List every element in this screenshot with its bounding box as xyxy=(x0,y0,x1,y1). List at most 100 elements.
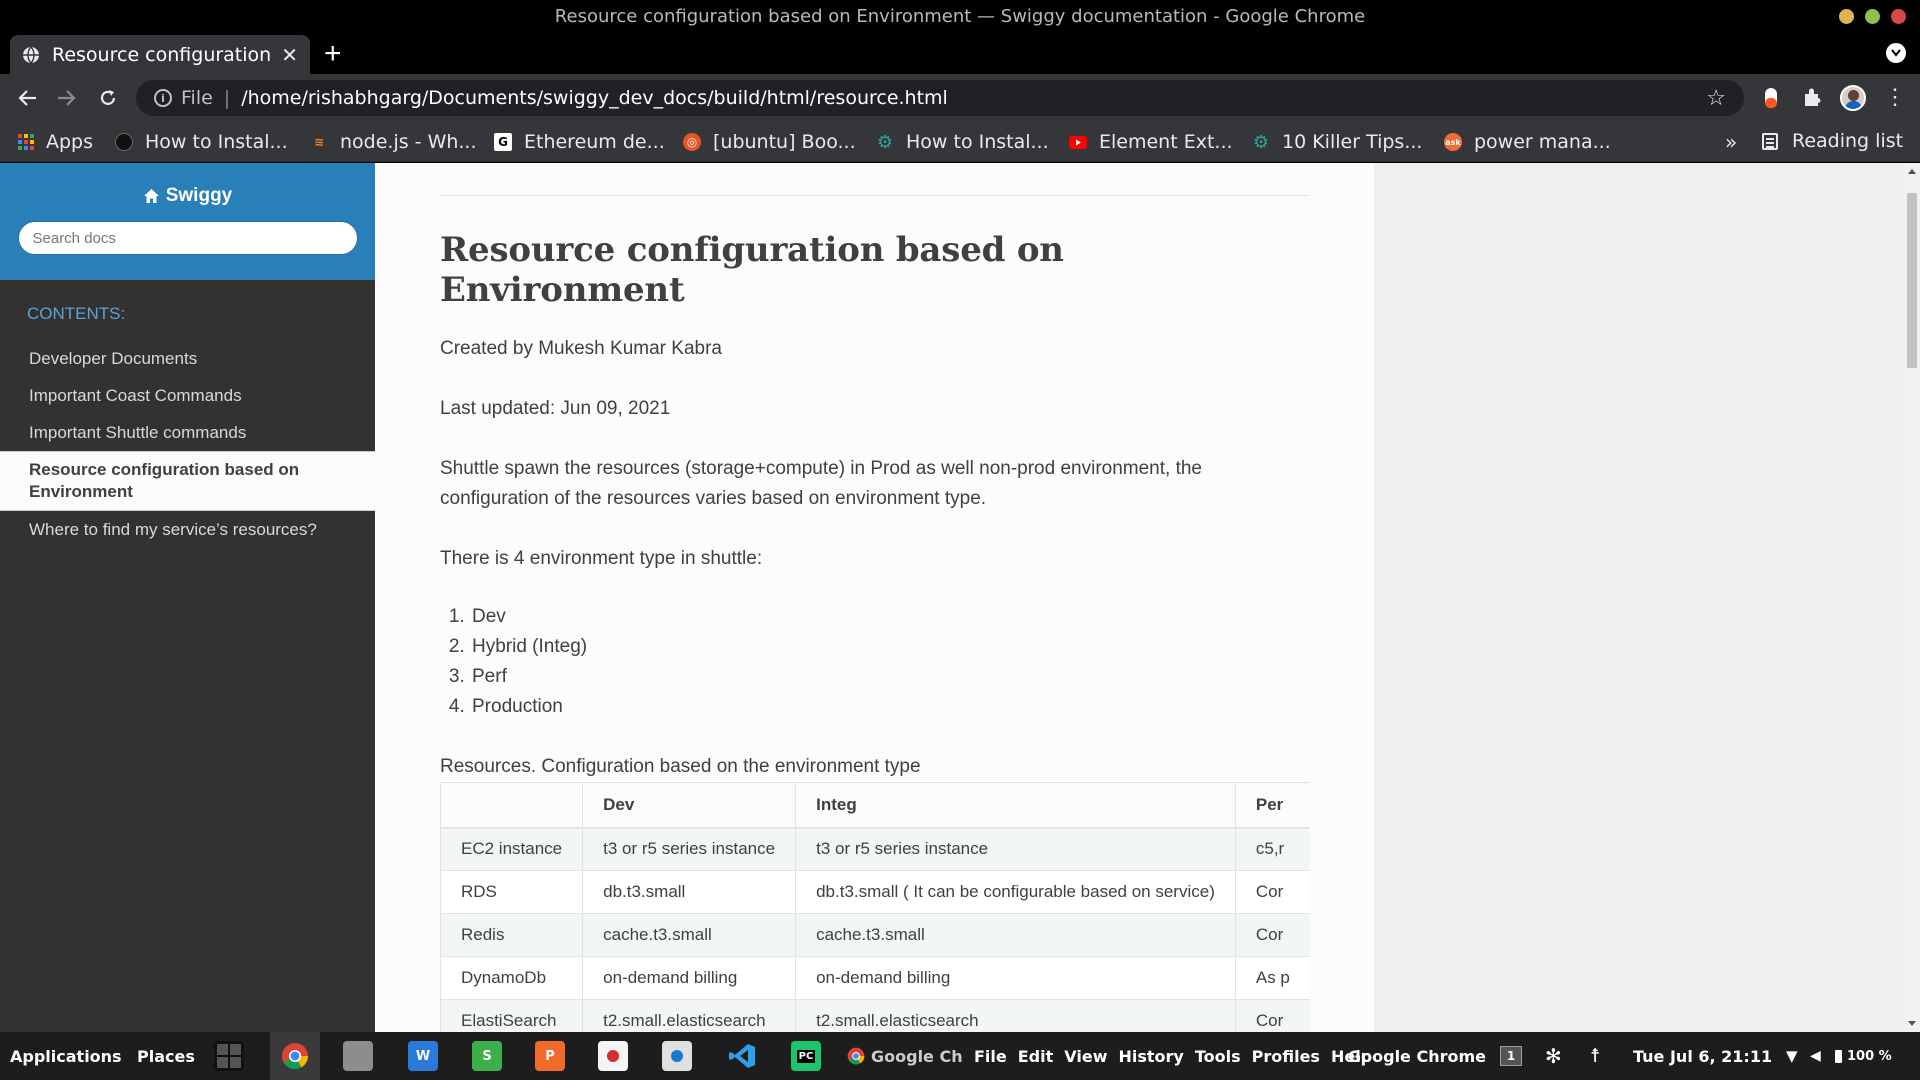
presentation-icon[interactable]: P xyxy=(535,1041,565,1071)
search-docs-input[interactable] xyxy=(17,221,358,255)
back-button[interactable] xyxy=(14,84,42,112)
bookmark-7[interactable]: ⚙ 10 Killer Tips... xyxy=(1252,130,1423,154)
reload-button[interactable] xyxy=(94,84,122,112)
profile-avatar[interactable] xyxy=(1840,85,1866,111)
resource-config-table: Dev Integ Per EC2 instance t3 or r5 seri… xyxy=(440,782,1310,1032)
scroll-up-arrow-icon[interactable] xyxy=(1908,169,1916,174)
bookmark-label: node.js - Wh... xyxy=(340,131,477,153)
workspace-indicator[interactable]: 1 xyxy=(1500,1046,1522,1066)
menu-history[interactable]: History xyxy=(1118,1047,1183,1066)
chrome-icon[interactable] xyxy=(280,1041,310,1071)
bookmark-3[interactable]: G Ethereum de... xyxy=(494,130,665,154)
table-cell: cache.t3.small xyxy=(582,913,797,957)
window-titlebar: Resource configuration based on Environm… xyxy=(0,0,1920,33)
chrome-window-button[interactable]: Google Ch xyxy=(847,1032,963,1080)
bookmark-2[interactable]: ≋ node.js - Wh... xyxy=(310,130,477,154)
table-cell: t2.small.elasticsearch xyxy=(795,999,1236,1032)
reading-list-button[interactable]: Reading list xyxy=(1762,130,1903,152)
brand-home-link[interactable]: Swiggy xyxy=(143,185,232,207)
table-cell: RDS xyxy=(440,870,584,914)
tab-search-button[interactable] xyxy=(1886,43,1906,63)
bookmark-1[interactable]: How to Instal... xyxy=(115,130,288,154)
bookmark-label: How to Instal... xyxy=(145,131,288,153)
workspace-switcher-icon[interactable] xyxy=(214,1041,244,1071)
bookmarks-overflow-button[interactable]: » xyxy=(1725,130,1737,154)
extension-capsule-icon[interactable] xyxy=(1764,86,1778,110)
vscode-icon[interactable] xyxy=(727,1041,757,1071)
arrow-left-icon xyxy=(18,90,36,106)
scroll-down-arrow-icon[interactable] xyxy=(1908,1021,1916,1026)
table-row: Redis cache.t3.small cache.t3.small Cor xyxy=(440,913,1310,957)
table-row: DynamoDb on-demand billing on-demand bil… xyxy=(440,956,1310,1000)
home-icon xyxy=(143,189,159,203)
focused-app-name: Google Chrome xyxy=(1348,1046,1487,1066)
clock[interactable]: Tue Jul 6, 21:11 xyxy=(1633,1032,1772,1080)
table-header xyxy=(440,782,584,829)
menu-file[interactable]: File xyxy=(974,1047,1007,1066)
table-cell: cache.t3.small xyxy=(795,913,1236,957)
table-cell: db.t3.small xyxy=(582,870,797,914)
places-menu[interactable]: Places xyxy=(137,1032,195,1080)
stackoverflow-icon: ≋ xyxy=(313,135,325,149)
bookmark-apps[interactable]: Apps xyxy=(18,130,93,154)
table-cell: c5,r xyxy=(1234,827,1310,871)
new-tab-button[interactable]: + xyxy=(324,35,342,72)
pycharm-icon[interactable]: PC xyxy=(791,1041,821,1071)
bookmark-5[interactable]: ⚙ How to Instal... xyxy=(876,130,1049,154)
minimize-button[interactable] xyxy=(1839,9,1854,24)
network-grid-icon[interactable]: ✻ xyxy=(1545,1032,1562,1080)
bookmark-label: Element Ext... xyxy=(1099,131,1233,153)
avatar-head xyxy=(1848,90,1859,101)
chevron-down-icon xyxy=(1891,49,1901,57)
apps-grid-icon xyxy=(18,134,34,150)
bookmark-6[interactable]: Element Ext... xyxy=(1069,130,1233,154)
menu-profiles[interactable]: Profiles xyxy=(1252,1047,1320,1066)
bookmark-8[interactable]: ask power mana... xyxy=(1444,130,1611,154)
vertical-scrollbar[interactable] xyxy=(1904,163,1920,1032)
address-url: /home/rishabhgarg/Documents/swiggy_dev_d… xyxy=(241,87,948,109)
menu-view[interactable]: View xyxy=(1064,1047,1107,1066)
toc-item-resource-configuration[interactable]: Resource configuration based on Environm… xyxy=(0,451,375,511)
battery-indicator[interactable]: 100 % xyxy=(1835,1032,1892,1080)
volume-icon[interactable]: ◀ xyxy=(1810,1032,1821,1080)
applications-menu[interactable]: Applications xyxy=(10,1032,122,1080)
toc-item-find-resources[interactable]: Where to find my service’s resources? xyxy=(0,511,375,548)
table-cell: DynamoDb xyxy=(440,956,584,1000)
extensions-puzzle-icon[interactable] xyxy=(1802,86,1824,108)
scrollbar-thumb[interactable] xyxy=(1907,193,1917,368)
tab-close-icon[interactable]: ✕ xyxy=(281,43,298,67)
store-bag-icon[interactable] xyxy=(662,1041,692,1071)
table-cell: EC2 instance xyxy=(440,827,584,871)
forward-button[interactable] xyxy=(52,84,80,112)
files-icon[interactable] xyxy=(343,1041,373,1071)
table-header: Integ xyxy=(795,782,1236,829)
table-cell: on-demand billing xyxy=(582,956,797,1000)
kebab-menu-icon[interactable]: ⋮ xyxy=(1884,86,1906,108)
close-window-button[interactable] xyxy=(1891,9,1906,24)
tab-resource-configuration[interactable]: Resource configuration based on Environm… xyxy=(10,35,310,74)
toc-item-shuttle-commands[interactable]: Important Shuttle commands xyxy=(0,414,375,451)
maximize-button[interactable] xyxy=(1865,9,1880,24)
spreadsheet-icon[interactable]: S xyxy=(472,1041,502,1071)
document-viewer-icon[interactable] xyxy=(598,1041,628,1071)
toc-item-developer-documents[interactable]: Developer Documents xyxy=(0,340,375,377)
accessibility-icon[interactable]: ☨ xyxy=(1590,1032,1600,1080)
gear-icon: ⚙ xyxy=(876,131,894,153)
menu-edit[interactable]: Edit xyxy=(1018,1047,1054,1066)
wifi-icon[interactable]: ▼ xyxy=(1786,1032,1798,1080)
bookmark-4[interactable]: ◎ [ubuntu] Boo... xyxy=(683,130,856,154)
scheme-label: File xyxy=(181,87,213,109)
contents-caption: CONTENTS: xyxy=(27,304,126,323)
bookmark-label: [ubuntu] Boo... xyxy=(713,131,856,153)
toc-item-coast-commands[interactable]: Important Coast Commands xyxy=(0,377,375,414)
table-cell: Cor xyxy=(1234,999,1310,1032)
menu-tools[interactable]: Tools xyxy=(1195,1047,1241,1066)
table-cell: Redis xyxy=(440,913,584,957)
table-cell: t3 or r5 series instance xyxy=(795,827,1236,871)
info-icon[interactable]: i xyxy=(154,89,172,107)
battery-level: 100 % xyxy=(1847,1048,1892,1064)
bookmark-star-icon[interactable]: ☆ xyxy=(1706,86,1726,111)
word-processor-icon[interactable]: W xyxy=(408,1041,438,1071)
address-bar[interactable]: i File | /home/rishabhgarg/Documents/swi… xyxy=(136,80,1744,116)
avatar-body xyxy=(1845,101,1862,109)
